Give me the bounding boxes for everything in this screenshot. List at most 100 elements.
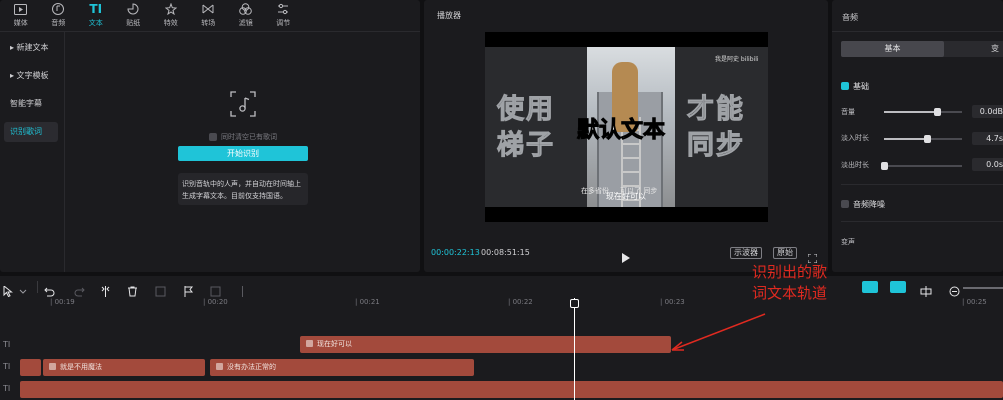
- current-time: 00:00:22:13: [431, 248, 480, 257]
- annotation-line-2: 词文本轨道: [752, 284, 828, 302]
- tool-sticker[interactable]: 贴纸: [115, 0, 153, 31]
- tool-effects-label: 特效: [163, 18, 178, 27]
- tab-voice-change[interactable]: 变: [991, 41, 999, 57]
- split-icon[interactable]: [100, 282, 111, 297]
- overlay-text-right-top: 才能: [687, 94, 745, 125]
- tool-sticker-label: 贴纸: [126, 18, 141, 27]
- tool-transition-label: 转场: [201, 18, 216, 27]
- player-panel: 播放器 使用 梯子 才能 同步 默认文本 我是阿史 bilibili 在多省份 …: [424, 0, 828, 272]
- zoom-out-icon[interactable]: [949, 282, 960, 297]
- lyrics-clip[interactable]: 现在好可以: [300, 336, 671, 353]
- transition-icon: [201, 3, 215, 16]
- fade-in-value[interactable]: 4.7s: [972, 132, 1003, 145]
- scope-button[interactable]: 示波器: [730, 247, 762, 259]
- mirror-icon[interactable]: [237, 282, 248, 297]
- basic-checkbox[interactable]: [841, 82, 849, 90]
- linkage-toggle[interactable]: [890, 281, 906, 293]
- marker-flag-icon[interactable]: [183, 282, 194, 297]
- annotation-label: 识别出的歌 词文本轨道: [752, 262, 827, 304]
- player-title: 播放器: [437, 11, 461, 20]
- default-text-overlay[interactable]: 默认文本: [576, 112, 665, 144]
- audio-panel-title: 音频: [842, 13, 858, 22]
- text-clip[interactable]: 就是不用魔法: [43, 359, 205, 376]
- tool-audio[interactable]: 音频: [40, 0, 78, 31]
- sidebar-item-smart-caption[interactable]: 智能字幕: [4, 94, 58, 114]
- freeze-icon[interactable]: [155, 282, 166, 297]
- section-divider: [841, 184, 1003, 185]
- tool-adjust[interactable]: 调节: [265, 0, 303, 31]
- clear-existing-lyrics-option[interactable]: 同时清空已有歌词: [178, 130, 308, 144]
- tool-media[interactable]: 媒体: [2, 0, 40, 31]
- text-clip-icon: [216, 363, 223, 370]
- letterbox-top: [485, 32, 768, 47]
- audio-icon: [51, 3, 65, 16]
- overlay-text-left-bottom: 梯子: [497, 130, 555, 161]
- hint-line-2: 生成字幕文本。目前仅支持国语。: [182, 192, 287, 200]
- sticker-icon: [126, 3, 140, 16]
- tool-filter[interactable]: 滤镜: [227, 0, 265, 31]
- watermark: 我是阿史 bilibili: [715, 56, 759, 63]
- main-text-clip[interactable]: [20, 381, 1003, 398]
- text-clip[interactable]: 没有办法正常的: [210, 359, 474, 376]
- subtitle-main: 现在好可以: [606, 192, 646, 201]
- start-recognition-button[interactable]: 开始识别: [178, 146, 308, 161]
- text-clip-prev[interactable]: [20, 359, 41, 376]
- volume-value[interactable]: 0.0dB: [972, 105, 1003, 118]
- tool-text[interactable]: TI 文本: [77, 0, 115, 31]
- preview-axis-icon[interactable]: [920, 282, 932, 297]
- sidebar-item-new-text[interactable]: ▸ 新建文本: [4, 38, 58, 58]
- tick-label: | 00:25: [962, 298, 987, 306]
- tick-label: | 00:21: [355, 298, 380, 306]
- fade-out-slider-knob[interactable]: [881, 162, 888, 170]
- total-time: 00:08:51:15: [481, 248, 530, 257]
- volume-label: 音量: [841, 108, 855, 116]
- sidebar-item-recognize-lyrics[interactable]: 识别歌词: [4, 122, 58, 142]
- delete-icon[interactable]: [127, 282, 138, 297]
- audio-properties-panel: 音频 基本 变 基础 音量 0.0dB 淡入时长 4.7s 淡出时长 0.0s …: [832, 0, 1003, 272]
- timeline-panel: | 00:19 | 00:20 | 00:21 | 00:22 | 00:23 …: [0, 276, 1003, 400]
- track-label-text-2: TI: [3, 384, 11, 393]
- time-ruler[interactable]: | 00:19 | 00:20 | 00:21 | 00:22 | 00:23 …: [20, 298, 1003, 310]
- recognition-hint: 识别音轨中的人声，并自动在时间轴上 生成字幕文本。目前仅支持国语。: [178, 173, 308, 205]
- volume-slider-knob[interactable]: [934, 108, 942, 116]
- select-cursor-icon[interactable]: [3, 282, 14, 298]
- volume-slider-fill: [884, 111, 938, 113]
- fade-out-value[interactable]: 0.0s: [972, 158, 1003, 171]
- playhead[interactable]: [574, 298, 575, 400]
- fade-in-slider-fill: [884, 138, 927, 140]
- tick-label: | 00:19: [50, 298, 75, 306]
- original-ratio-button[interactable]: 原始: [773, 247, 797, 259]
- fullscreen-icon[interactable]: [807, 248, 818, 264]
- chevron-down-icon[interactable]: [19, 282, 30, 294]
- undo-icon[interactable]: [44, 282, 55, 297]
- video-preview[interactable]: 使用 梯子 才能 同步 默认文本 我是阿史 bilibili 在多省份 ... …: [485, 32, 768, 222]
- sidebar-item-text-template[interactable]: ▸ 文字模板: [4, 66, 58, 86]
- playhead-handle[interactable]: [570, 299, 579, 308]
- asset-toolbar: 媒体 音频 TI 文本 贴纸 特效 转场 滤镜 调节: [0, 0, 420, 32]
- text-icon: TI: [89, 2, 103, 16]
- fade-out-label: 淡出时长: [841, 161, 869, 169]
- fade-in-slider-knob[interactable]: [923, 135, 931, 143]
- filter-icon: [239, 3, 253, 16]
- zoom-slider[interactable]: [963, 287, 1003, 289]
- panel-header-divider: [832, 31, 1003, 32]
- overlay-text-left-top: 使用: [497, 94, 555, 125]
- fade-out-slider[interactable]: [881, 162, 962, 170]
- text-sidebar: ▸ 新建文本 ▸ 文字模板 智能字幕 识别歌词: [0, 38, 62, 150]
- fade-in-slider[interactable]: [884, 135, 962, 143]
- clear-lyrics-checkbox[interactable]: [209, 133, 217, 141]
- tool-transition[interactable]: 转场: [190, 0, 228, 31]
- section-divider-2: [841, 221, 1003, 222]
- crop-icon[interactable]: [210, 282, 221, 297]
- volume-slider[interactable]: [884, 108, 962, 116]
- denoise-checkbox[interactable]: [841, 200, 849, 208]
- fade-in-label: 淡入时长: [841, 134, 869, 142]
- redo-icon[interactable]: [74, 282, 85, 297]
- play-icon[interactable]: [622, 248, 630, 263]
- audio-tabs: 基本 变: [841, 41, 1003, 57]
- tool-media-label: 媒体: [13, 18, 28, 27]
- tab-basic[interactable]: 基本: [841, 41, 944, 57]
- snap-toggle[interactable]: [862, 281, 878, 293]
- tool-effects[interactable]: 特效: [152, 0, 190, 31]
- adjust-icon: [276, 3, 290, 16]
